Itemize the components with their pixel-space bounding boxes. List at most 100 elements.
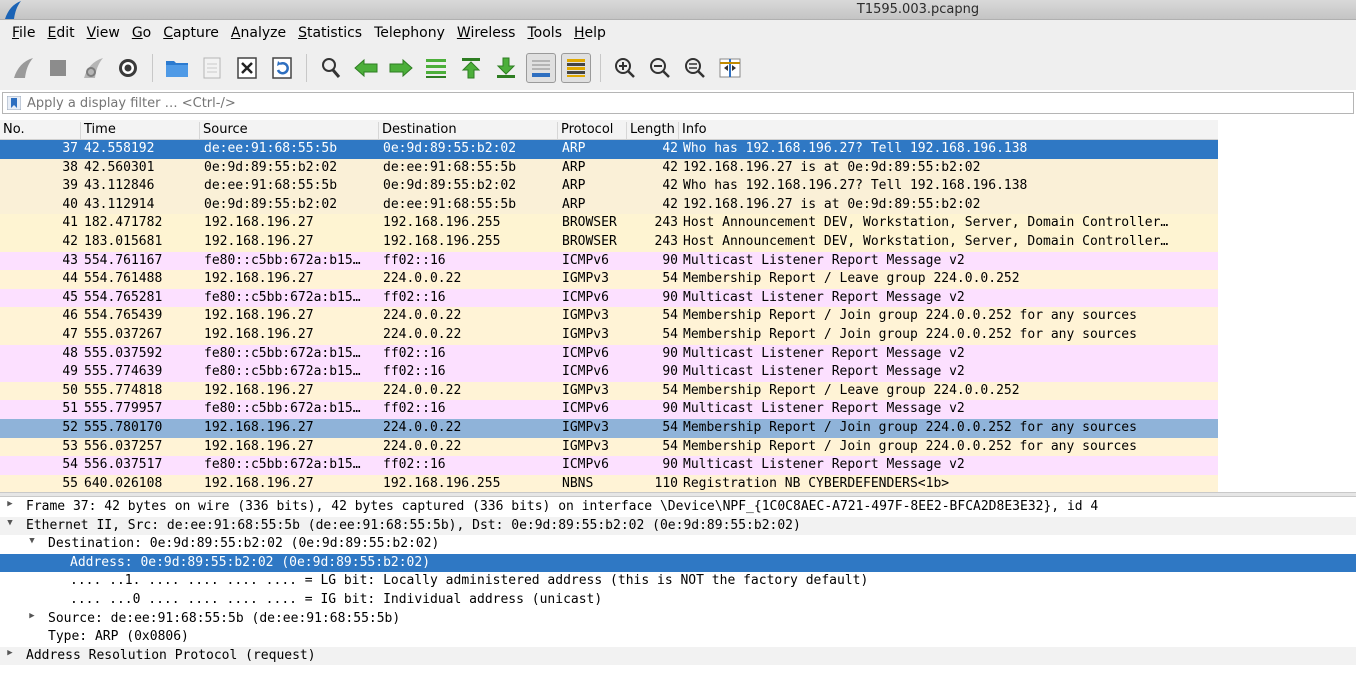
packet-cell-proto: ARP bbox=[562, 178, 586, 194]
packet-row[interactable]: 46 554.765439 192.168.196.27 224.0.0.22 IGMP… bbox=[0, 307, 1218, 326]
packet-cell-info: Multicast Listener Report Message v2 bbox=[683, 401, 965, 417]
packet-cell-len: 90 bbox=[662, 252, 678, 268]
packet-row[interactable]: 44 554.761488 192.168.196.27 224.0.0.22 IGMP… bbox=[0, 270, 1218, 289]
shark-fin-start-icon[interactable] bbox=[8, 53, 38, 83]
menu-tools[interactable]: Tools bbox=[521, 25, 568, 41]
close-file-icon[interactable] bbox=[232, 53, 262, 83]
packet-row[interactable]: 47 555.037267 192.168.196.27 224.0.0.22 IGMP… bbox=[0, 325, 1218, 345]
menu-analyze[interactable]: Analyze bbox=[225, 25, 292, 41]
menu-file[interactable]: File bbox=[6, 25, 41, 41]
column-header-time[interactable]: Time bbox=[80, 122, 116, 139]
menu-capture[interactable]: Capture bbox=[157, 25, 225, 41]
menu-telephony[interactable]: Telephony bbox=[368, 25, 451, 41]
find-magnifier-icon[interactable] bbox=[316, 53, 346, 83]
detail-tree-item[interactable]: Type: ARP (0x0806) bbox=[0, 628, 1356, 647]
restart-fin-icon[interactable] bbox=[78, 53, 108, 83]
title-bar: T1595.003.pcapng bbox=[0, 0, 1356, 20]
packet-cell-dst: 224.0.0.22 bbox=[383, 419, 462, 435]
display-filter-input[interactable] bbox=[27, 95, 1327, 111]
colorize-icon[interactable] bbox=[561, 53, 591, 83]
menu-wireless[interactable]: Wireless bbox=[451, 25, 522, 41]
packet-cell-no: 42 bbox=[62, 233, 78, 249]
packet-row[interactable]: 39 43.112846 de:ee:91:68:55:5b 0e:9d:89:55:… bbox=[0, 177, 1218, 196]
go-back-arrow-icon[interactable] bbox=[351, 53, 381, 83]
collapse-arrow-icon[interactable]: ▶ bbox=[26, 611, 38, 621]
detail-tree-item[interactable]: ▼ Destination: 0e:9d:89:55:b2:02 (0e:9d:8… bbox=[0, 535, 1356, 554]
go-to-packet-icon[interactable] bbox=[421, 53, 451, 83]
packet-row[interactable]: 49 555.774639 fe80::c5bb:672a:b15… ff02::16… bbox=[0, 363, 1218, 382]
column-header-info[interactable]: Info bbox=[678, 122, 707, 139]
collapse-arrow-icon[interactable]: ▶ bbox=[4, 648, 16, 658]
expand-arrow-icon[interactable]: ▼ bbox=[4, 518, 16, 528]
detail-tree-item[interactable]: Address: 0e:9d:89:55:b2:02 (0e:9d:89:55:… bbox=[0, 553, 1356, 573]
packet-cell-src: 192.168.196.27 bbox=[204, 233, 314, 249]
resize-columns-icon[interactable] bbox=[715, 53, 745, 83]
packet-cell-len: 54 bbox=[662, 271, 678, 287]
detail-tree-item[interactable]: ▼ Ethernet II, Src: de:ee:91:68:55:5b (de… bbox=[0, 516, 1356, 536]
detail-text: Address: 0e:9d:89:55:b2:02 (0e:9d:89:55:… bbox=[70, 554, 431, 570]
column-header-length[interactable]: Length bbox=[626, 122, 675, 139]
packet-cell-no: 50 bbox=[62, 382, 78, 398]
column-header-source[interactable]: Source bbox=[199, 122, 248, 139]
zoom-in-icon[interactable] bbox=[610, 53, 640, 83]
packet-cell-dst: 224.0.0.22 bbox=[383, 308, 462, 324]
go-forward-arrow-icon[interactable] bbox=[386, 53, 416, 83]
packet-cell-dst: 192.168.196.255 bbox=[383, 215, 501, 231]
packet-cell-src: de:ee:91:68:55:5b bbox=[204, 141, 338, 156]
packet-cell-info: 192.168.196.27 is at 0e:9d:89:55:b2:02 bbox=[683, 196, 981, 212]
pane-splitter[interactable] bbox=[0, 492, 1356, 497]
packet-cell-no: 52 bbox=[62, 419, 78, 435]
packet-row[interactable]: 40 43.112914 0e:9d:89:55:b2:02 de:ee:91:68:… bbox=[0, 195, 1218, 215]
packet-cell-info: Multicast Listener Report Message v2 bbox=[683, 457, 965, 473]
column-header-protocol[interactable]: Protocol bbox=[557, 122, 613, 139]
menu-bar: File Edit View Go Capture Analyze Statistics Te… bbox=[0, 20, 1356, 46]
packet-row[interactable]: 52 555.780170 192.168.196.27 224.0.0.22 IGMP… bbox=[0, 418, 1218, 438]
packet-row[interactable]: 53 556.037257 192.168.196.27 224.0.0.22 IGMP… bbox=[0, 437, 1218, 457]
detail-tree-item[interactable]: .... ..1. .... .... .... .... = LG bit: … bbox=[0, 572, 1356, 591]
menu-help[interactable]: Help bbox=[568, 25, 612, 41]
packet-row[interactable]: 37 42.558192 de:ee:91:68:55:5b 0e:9d:89:55:… bbox=[0, 140, 1218, 159]
packet-row[interactable]: 42 183.015681 192.168.196.27 192.168.196.25… bbox=[0, 232, 1218, 252]
expand-arrow-icon[interactable]: ▼ bbox=[26, 536, 38, 546]
packet-cell-dst: 192.168.196.255 bbox=[383, 475, 501, 491]
zoom-normal-icon[interactable] bbox=[680, 53, 710, 83]
detail-tree-item[interactable]: .... ...0 .... .... .... .... = IG bit: … bbox=[0, 591, 1356, 610]
packet-cell-time: 555.774639 bbox=[84, 364, 163, 380]
capture-options-gear-icon[interactable] bbox=[113, 53, 143, 83]
menu-statistics[interactable]: Statistics bbox=[292, 25, 368, 41]
packet-row[interactable]: 38 42.560301 0e:9d:89:55:b2:02 de:ee:91:68:… bbox=[0, 158, 1218, 178]
packet-cell-len: 42 bbox=[662, 178, 678, 194]
column-header-no[interactable]: No. bbox=[0, 122, 25, 139]
collapse-arrow-icon[interactable]: ▶ bbox=[4, 499, 16, 509]
detail-tree-item[interactable]: ▶ Frame 37: 42 bytes on wire (336 bits), … bbox=[0, 498, 1356, 517]
detail-text: Destination: 0e:9d:89:55:b2:02 (0e:9d:89… bbox=[48, 536, 440, 552]
packet-row[interactable]: 43 554.761167 fe80::c5bb:672a:b15… ff02::16… bbox=[0, 251, 1218, 271]
go-first-packet-icon[interactable] bbox=[456, 53, 486, 83]
reload-file-icon[interactable] bbox=[267, 53, 297, 83]
autoscroll-icon[interactable] bbox=[526, 53, 556, 83]
detail-tree-item[interactable]: ▶ Source: de:ee:91:68:55:5b (de:ee:91:68:… bbox=[0, 610, 1356, 629]
stop-square-icon[interactable] bbox=[43, 53, 73, 83]
bookmark-icon[interactable] bbox=[7, 96, 21, 110]
packet-row[interactable]: 48 555.037592 fe80::c5bb:672a:b15… ff02::16… bbox=[0, 344, 1218, 364]
packet-row[interactable]: 41 182.471782 192.168.196.27 192.168.196.25… bbox=[0, 214, 1218, 233]
column-header-destination[interactable]: Destination bbox=[378, 122, 457, 139]
open-folder-icon[interactable] bbox=[162, 53, 192, 83]
packet-cell-time: 42.560301 bbox=[84, 159, 155, 175]
packet-row[interactable]: 51 555.779957 fe80::c5bb:672a:b15… ff02::16… bbox=[0, 400, 1218, 419]
detail-tree-item[interactable]: ▶ Address Resolution Protocol (request) bbox=[0, 646, 1356, 666]
menu-edit[interactable]: Edit bbox=[41, 25, 80, 41]
save-file-icon[interactable] bbox=[197, 53, 227, 83]
menu-go[interactable]: Go bbox=[126, 25, 157, 41]
packet-row[interactable]: 50 555.774818 192.168.196.27 224.0.0.22 IGMP… bbox=[0, 381, 1218, 401]
zoom-out-icon[interactable] bbox=[645, 53, 675, 83]
packet-cell-time: 555.779957 bbox=[84, 401, 163, 417]
packet-cell-proto: BROWSER bbox=[562, 233, 617, 249]
packet-row[interactable]: 55 640.026108 192.168.196.27 192.168.196.25… bbox=[0, 474, 1218, 494]
packet-cell-dst: ff02::16 bbox=[383, 252, 446, 268]
go-last-packet-icon[interactable] bbox=[491, 53, 521, 83]
menu-view[interactable]: View bbox=[81, 25, 126, 41]
packet-row[interactable]: 45 554.765281 fe80::c5bb:672a:b15… ff02::16… bbox=[0, 288, 1218, 308]
packet-row[interactable]: 54 556.037517 fe80::c5bb:672a:b15… ff02::16… bbox=[0, 456, 1218, 475]
packet-cell-dst: ff02::16 bbox=[383, 364, 446, 380]
